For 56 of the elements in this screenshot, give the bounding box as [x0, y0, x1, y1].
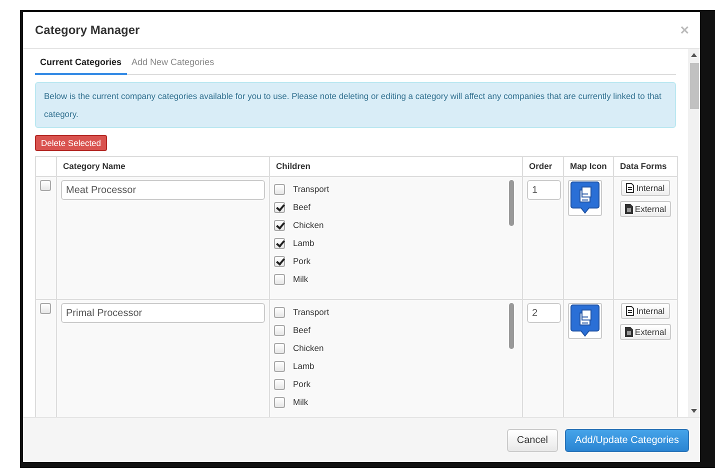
filled-document-icon [624, 204, 633, 214]
document-icon [626, 306, 634, 316]
column-header: Category Name [56, 156, 270, 176]
child-label: Transport [293, 307, 330, 317]
category-name-field[interactable]: Primal Processor [61, 303, 265, 323]
tab[interactable]: Add New Categories [126, 51, 220, 75]
delete-selected-button[interactable]: Delete Selected [35, 135, 108, 151]
dialog-title: Category Manager [35, 23, 140, 37]
scroll-down-icon[interactable] [691, 409, 697, 413]
child-checkbox[interactable] [274, 238, 285, 248]
data-form-button[interactable]: External [620, 201, 672, 217]
map-icon-button[interactable] [568, 303, 602, 339]
child-label: Milk [293, 397, 308, 407]
info-alert: Below is the current company categories available for you to use. Please note deleting or editing a category will affect any companies that are currently linked to that category. [35, 82, 676, 128]
child-checkbox[interactable] [274, 274, 285, 284]
child-label: Pork [293, 379, 310, 389]
column-header: Data Forms [614, 156, 678, 176]
cancel-button[interactable]: Cancel [506, 428, 558, 452]
column-header: Children [270, 156, 522, 176]
scrollbar-thumb[interactable] [690, 63, 698, 109]
child-checkbox[interactable] [274, 184, 285, 194]
child-checkbox[interactable] [274, 220, 285, 230]
child-checkbox[interactable] [274, 306, 285, 318]
row-checkbox[interactable] [40, 303, 51, 314]
category-name-field[interactable]: Meat Processor [61, 180, 265, 200]
order-field[interactable]: 2 [527, 303, 561, 323]
child-checkbox[interactable] [274, 378, 285, 390]
child-checkbox[interactable] [274, 324, 285, 336]
child-label: Chicken [293, 343, 324, 353]
child-checkbox[interactable] [274, 202, 285, 212]
document-icon [626, 183, 634, 193]
child-label: Lamb [293, 361, 314, 371]
scrollbar-thumb[interactable] [509, 180, 514, 226]
column-header: Map Icon [564, 156, 614, 176]
child-label: Chicken [293, 220, 324, 230]
order-field[interactable]: 1 [527, 180, 561, 200]
filled-document-icon [624, 327, 633, 337]
data-form-button[interactable]: Internal [621, 303, 670, 319]
child-label: Lamb [293, 238, 314, 248]
column-header: Order [522, 156, 564, 176]
child-label: Beef [293, 325, 310, 335]
scrollbar-thumb[interactable] [509, 303, 514, 349]
scroll-up-icon[interactable] [691, 53, 697, 57]
child-checkbox[interactable] [274, 360, 285, 372]
data-form-button[interactable]: Internal [621, 180, 670, 196]
map-icon-button[interactable] [568, 180, 602, 216]
row-checkbox[interactable] [40, 180, 51, 191]
data-form-button[interactable]: External [620, 324, 672, 340]
child-label: Milk [293, 274, 308, 284]
child-checkbox[interactable] [274, 256, 285, 266]
child-label: Pork [293, 256, 310, 266]
tab[interactable]: Current Categories [35, 51, 127, 75]
child-label: Beef [293, 202, 310, 212]
child-checkbox[interactable] [274, 396, 285, 408]
child-checkbox[interactable] [274, 342, 285, 354]
child-label: Transport [293, 184, 330, 194]
